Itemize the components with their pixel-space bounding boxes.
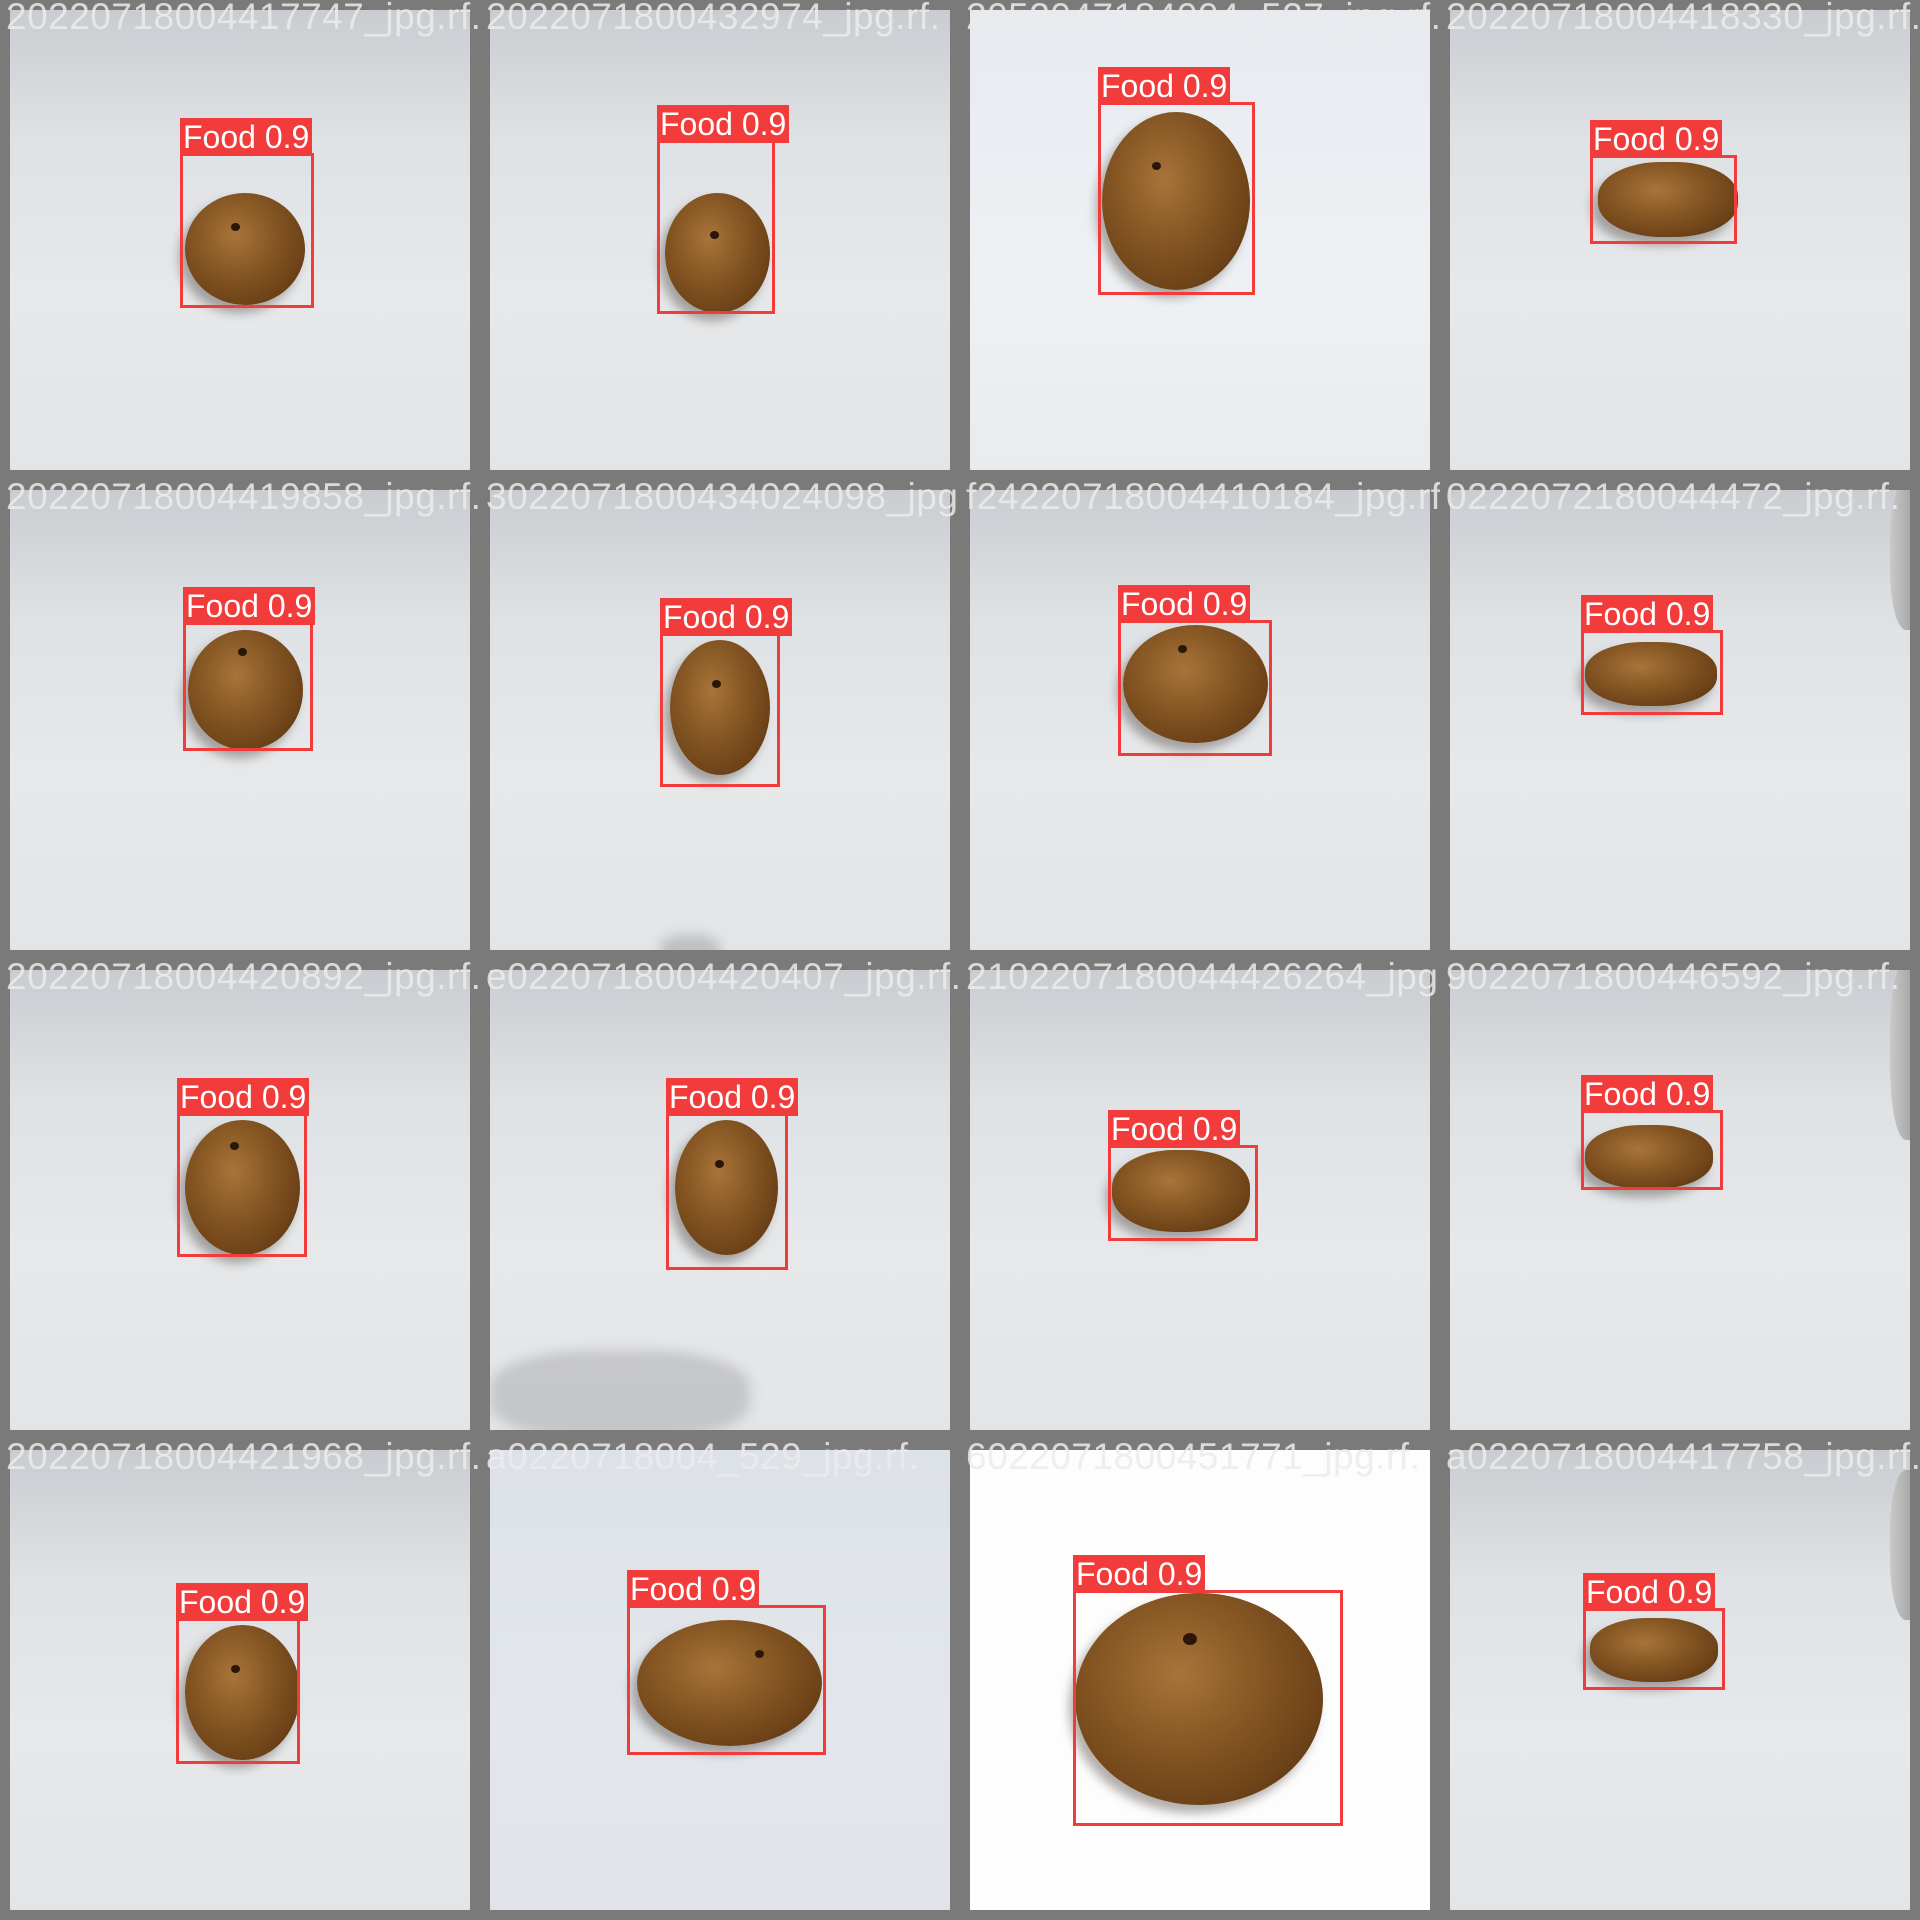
bounding-box: Food 0.9 [1581,595,1723,715]
tile-5[interactable]: Food 0.9 20220718004419858_jpg.rf. [0,480,480,960]
photo: Food 0.9 [490,1450,950,1910]
photo: Food 0.9 [10,1450,470,1910]
bounding-box: Food 0.9 [666,1078,799,1270]
detection-label: Food 0.9 [1581,1075,1714,1113]
tile-16[interactable]: Food 0.9 a0220718004417758_jpg.rf. [1440,1440,1920,1920]
tile-7[interactable]: Food 0.9 f24220718004410184_jpg.rf. [960,480,1440,960]
bounding-box: Food 0.9 [1590,120,1737,244]
bounding-box: Food 0.9 [1108,1110,1258,1241]
photo: Food 0.9 [10,490,470,950]
detection-label: Food 0.9 [180,118,313,156]
bounding-box: Food 0.9 [627,1570,826,1755]
photo: Food 0.9 [970,490,1430,950]
detection-label: Food 0.9 [666,1078,799,1116]
detection-label: Food 0.9 [1118,585,1251,623]
tile-15[interactable]: Food 0.9 6022071800451771_jpg.rf. [960,1440,1440,1920]
photo: Food 0.9 [970,10,1430,470]
tile-6[interactable]: Food 0.9 3022071800434024098_jpg.rf. [480,480,960,960]
detection-label: Food 0.9 [1581,595,1714,633]
photo: Food 0.9 [1450,10,1910,470]
bounding-box: Food 0.9 [1118,585,1272,756]
detection-label: Food 0.9 [1098,67,1231,105]
tile-1[interactable]: Food 0.9 20220718004417747_jpg.rf.a5421d… [0,0,480,480]
bounding-box: Food 0.9 [180,118,314,308]
bounding-box: Food 0.9 [177,1078,310,1257]
bounding-box: Food 0.9 [657,105,790,314]
detection-label: Food 0.9 [1073,1555,1206,1593]
detection-label: Food 0.9 [627,1570,760,1608]
bounding-box: Food 0.9 [176,1583,309,1764]
detection-label: Food 0.9 [1583,1573,1716,1611]
photo: Food 0.9 [490,490,950,950]
bounding-box: Food 0.9 [1073,1555,1343,1826]
tile-8[interactable]: Food 0.9 0222072180044472_jpg.rf. [1440,480,1920,960]
bounding-box: Food 0.9 [1583,1573,1725,1690]
detection-label: Food 0.9 [183,587,316,625]
detection-grid: Food 0.9 20220718004417747_jpg.rf.a5421d… [0,0,1920,1920]
detection-label: Food 0.9 [1108,1110,1241,1148]
photo: Food 0.9 [970,970,1430,1430]
tile-9[interactable]: Food 0.9 20220718004420892_jpg.rf. [0,960,480,1440]
bounding-box: Food 0.9 [1581,1075,1723,1190]
photo: Food 0.9 [1450,490,1910,950]
tile-12[interactable]: Food 0.9 9022071800446592_jpg.rf. [1440,960,1920,1440]
tile-10[interactable]: Food 0.9 e0220718004420407_jpg.rf. [480,960,960,1440]
tile-2[interactable]: Food 0.9 2022071800432974_jpg.rf. [480,0,960,480]
photo: Food 0.9 [490,970,950,1430]
photo: Food 0.9 [490,10,950,470]
bounding-box: Food 0.9 [1098,67,1255,295]
tile-11[interactable]: Food 0.9 2102207180044426264_jpg.rf. [960,960,1440,1440]
detection-label: Food 0.9 [1590,120,1723,158]
photo: Food 0.9 [1450,1450,1910,1910]
bounding-box: Food 0.9 [183,587,316,751]
tile-4[interactable]: Food 0.9 20220718004418330_jpg.rf. [1440,0,1920,480]
tile-13[interactable]: Food 0.9 20220718004421968_jpg.rf. [0,1440,480,1920]
tile-14[interactable]: Food 0.9 a0220718004_529_jpg.rf. [480,1440,960,1920]
photo: Food 0.9 [1450,970,1910,1430]
bounding-box: Food 0.9 [660,598,793,787]
detection-label: Food 0.9 [660,598,793,636]
photo: Food 0.9 [970,1450,1430,1910]
detection-label: Food 0.9 [177,1078,310,1116]
tile-3[interactable]: Food 0.9 2052047184004_527_jpg.rf. [960,0,1440,480]
detection-label: Food 0.9 [176,1583,309,1621]
detection-label: Food 0.9 [657,105,790,143]
photo: Food 0.9 [10,970,470,1430]
photo: Food 0.9 [10,10,470,470]
